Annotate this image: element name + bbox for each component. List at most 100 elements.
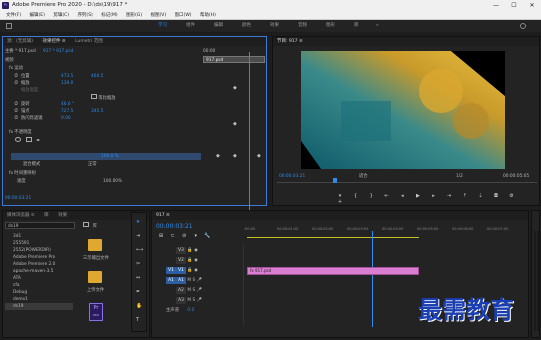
workspace-more[interactable]: » — [376, 20, 379, 32]
stopwatch-icon[interactable]: ⏱ — [11, 101, 21, 108]
eye-icon[interactable]: ◉ — [194, 257, 198, 264]
keyframe-icon[interactable]: ◆ — [233, 153, 237, 159]
timeline-clip[interactable]: fx 917.psd — [247, 267, 419, 275]
ec-playhead[interactable] — [249, 52, 250, 210]
lock-icon[interactable]: 🔒 — [187, 267, 192, 274]
snap-icon[interactable]: ⊂ — [168, 233, 178, 239]
workspace-tab-libraries[interactable]: 库 — [354, 20, 359, 32]
opacity-effect[interactable]: fx 不透明度 — [9, 129, 32, 136]
folder-icon[interactable] — [88, 271, 102, 283]
time-remap-effect[interactable]: fx 时间重映射 — [9, 170, 36, 177]
mic-icon[interactable]: 🎤 — [197, 287, 202, 294]
tab-libraries[interactable]: 库 — [40, 211, 53, 220]
menu-graphics[interactable]: 图形(G) — [126, 11, 142, 20]
menu-window[interactable]: 窗口(W) — [175, 11, 192, 20]
menu-clip[interactable]: 剪辑(C) — [53, 11, 69, 20]
rect-mask-icon[interactable] — [25, 137, 32, 142]
step-forward-icon[interactable]: ▸ — [427, 193, 441, 199]
program-playhead[interactable] — [333, 178, 337, 183]
workspace-tab-color[interactable]: 颜色 — [242, 20, 251, 32]
selection-tool-icon[interactable]: ➤ — [136, 219, 140, 225]
track-select-icon[interactable]: ⇥ — [136, 233, 140, 239]
program-resolution[interactable]: 1/2 — [456, 173, 463, 180]
tab-effects[interactable]: 效果 — [54, 211, 71, 220]
type-tool-icon[interactable]: T — [136, 317, 139, 323]
workspace-tab-editing[interactable]: 编辑 — [214, 20, 223, 32]
linked-selection-icon[interactable]: ⊘ — [179, 233, 189, 239]
tree-item[interactable]: ATA — [5, 275, 73, 282]
tree-item-selected[interactable]: ds19 — [5, 303, 73, 310]
eye-icon[interactable]: ◉ — [194, 247, 198, 254]
slip-tool-icon[interactable]: ↔ — [136, 275, 140, 281]
timeline-ruler[interactable]: :00:00 00:00:01:00 00:00:02:00 00:00:03:… — [244, 227, 524, 235]
razor-tool-icon[interactable]: ✂ — [136, 261, 140, 267]
menu-marker[interactable]: 标记(M) — [101, 11, 117, 20]
opacity-row[interactable]: 100.0 % — [11, 153, 201, 160]
search-icon[interactable] — [520, 23, 526, 29]
tab-sequence[interactable]: 917 ≡ — [152, 211, 174, 220]
keyframe-icon[interactable]: ◆ — [233, 121, 237, 127]
motion-effect[interactable]: fx 运动 — [9, 65, 23, 72]
opacity-value[interactable]: 100.0 % — [101, 153, 119, 160]
program-timecode[interactable]: 00:00:03:21 — [279, 173, 305, 180]
hand-tool-icon[interactable]: ✋ — [136, 303, 142, 309]
keyframe-icon[interactable]: ◆ — [233, 85, 237, 91]
eye-icon[interactable]: ◉ — [194, 267, 198, 274]
lift-icon[interactable]: ⇡ — [458, 193, 472, 199]
workspace-tab-effects[interactable]: 效果 — [270, 20, 279, 32]
timeline-timecode[interactable]: 00:00:03:21 — [156, 223, 193, 230]
menu-sequence[interactable]: 序列(S) — [77, 11, 92, 20]
tab-effect-controls[interactable]: 效果控件 ≡ — [38, 37, 69, 46]
mark-out-bracket-icon[interactable]: } — [364, 193, 378, 199]
program-scrub-bar[interactable] — [277, 182, 537, 183]
keyframe-icon[interactable]: ◆ — [216, 153, 220, 159]
lock-icon[interactable]: 🔒 — [187, 247, 192, 254]
workspace-tab-assembly[interactable]: 组件 — [186, 20, 195, 32]
tree-item[interactable]: Adobe Premiere Pro — [5, 254, 73, 261]
menu-file[interactable]: 文件(F) — [6, 11, 21, 20]
stopwatch-icon[interactable]: ⏱ — [11, 80, 21, 87]
program-title[interactable]: 节目: 917 ≡ — [273, 37, 307, 46]
menu-view[interactable]: 视图(V) — [151, 11, 167, 20]
go-to-out-icon[interactable]: ⇥ — [442, 193, 456, 199]
mic-icon[interactable]: 🎤 — [197, 277, 202, 284]
workspace-tab-graphics[interactable]: 图形 — [326, 20, 335, 32]
ripple-edit-icon[interactable]: ⟷ — [136, 247, 143, 253]
tree-item[interactable]: Debug — [5, 289, 73, 296]
minimize-button[interactable]: — — [487, 0, 505, 11]
tree-item[interactable]: 3d1 — [5, 233, 73, 240]
checkbox-icon[interactable] — [83, 222, 89, 227]
menu-help[interactable]: 帮助(H) — [200, 11, 216, 20]
tree-item[interactable]: cfa — [5, 282, 73, 289]
nest-icon[interactable]: ⊞ — [156, 233, 166, 239]
ellipse-mask-icon[interactable] — [15, 137, 21, 142]
premiere-file-icon[interactable]: Pr PRO — [89, 303, 103, 321]
pen-tool-icon[interactable]: ✒ — [136, 289, 140, 295]
home-icon[interactable] — [6, 23, 12, 29]
tree-item[interactable]: Adobe Premiere 2.0 — [5, 261, 73, 268]
settings-icon[interactable]: ⚙ — [505, 193, 519, 199]
menu-edit[interactable]: 编辑(E) — [30, 11, 45, 20]
keyframe-icon[interactable]: ◆ — [257, 153, 261, 159]
tab-media-browser[interactable]: 媒体浏览器 ≡ — [3, 211, 39, 220]
tree-item[interactable]: 2552(POWERDIR) — [5, 247, 73, 254]
workspace-tab-learn[interactable]: 学习 — [158, 20, 167, 32]
go-to-in-icon[interactable]: ⇤ — [380, 193, 394, 199]
tree-item[interactable]: demo1 — [5, 296, 73, 303]
tree-item[interactable]: apache-maven-3.5 — [5, 268, 73, 275]
mark-in-bracket-icon[interactable]: { — [349, 193, 363, 199]
tree-item[interactable]: 255591 — [5, 240, 73, 247]
stopwatch-icon[interactable]: ⏱ — [11, 115, 21, 122]
stopwatch-icon[interactable]: ⏱ — [11, 108, 21, 115]
workspace-tab-audio[interactable]: 音频 — [298, 20, 307, 32]
export-frame-icon[interactable]: ◘ — [489, 193, 503, 199]
program-video-frame[interactable] — [301, 51, 505, 169]
tab-lumetri[interactable]: Lumetri 范围 — [71, 37, 107, 46]
work-area-bar[interactable] — [247, 237, 419, 238]
program-fit-select[interactable]: 适合 — [359, 173, 368, 180]
ec-clip-bar[interactable]: 917.psd — [203, 56, 265, 63]
ec-current-time[interactable]: 00:00:03:21 — [5, 195, 31, 202]
drive-select[interactable]: ds19 — [5, 222, 75, 229]
maximize-button[interactable]: ☐ — [505, 0, 523, 11]
stopwatch-icon[interactable]: ⏱ — [11, 73, 21, 80]
